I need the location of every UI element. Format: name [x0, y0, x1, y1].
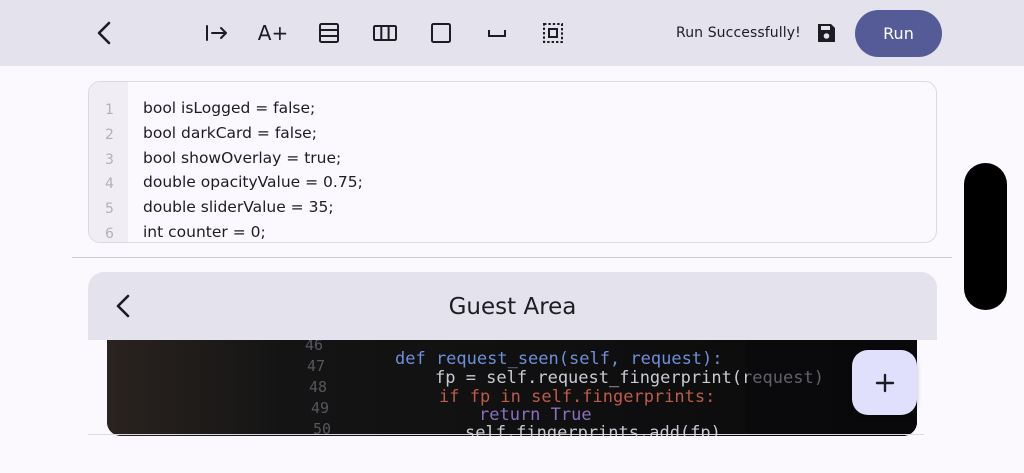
run-button[interactable]: Run [855, 10, 942, 57]
run-status-text: Run Successfully! [676, 25, 801, 41]
photo-code-line: def request_seen(self, request): [395, 349, 723, 369]
chevron-left-icon [97, 21, 111, 45]
line-number: 4 [105, 176, 114, 193]
columns-layout-icon [373, 25, 397, 41]
line-number: 6 [105, 225, 114, 242]
code-line[interactable]: double opacityValue = 0.75; [143, 170, 363, 195]
indent-arrow-icon [206, 25, 227, 41]
code-line[interactable]: bool showOverlay = true; [143, 146, 363, 171]
padding-button[interactable] [536, 16, 570, 50]
plus-icon [875, 373, 894, 392]
photo-line-number: 46 [305, 340, 323, 354]
line-number: 5 [105, 201, 114, 218]
preview-app-bar: Guest Area [88, 272, 937, 340]
code-photo-image: 46 47 48 49 50 def request_seen(self, re… [107, 340, 917, 436]
floppy-disk-icon [818, 24, 835, 42]
preview-page-title: Guest Area [448, 294, 577, 320]
rows-layout-button[interactable] [312, 16, 346, 50]
scroll-handle[interactable] [964, 163, 1007, 310]
photo-code-line: return True [479, 405, 592, 425]
line-numbers: 1 2 3 4 5 6 [89, 98, 128, 242]
code-line[interactable]: bool isLogged = false; [143, 96, 363, 121]
photo-code-line: if fp in self.fingerprints: [439, 387, 715, 407]
top-toolbar: A+ Run Successfully! Run [0, 0, 1024, 66]
columns-layout-button[interactable] [368, 16, 402, 50]
photo-line-number: 47 [307, 357, 325, 375]
container-button[interactable] [424, 16, 458, 50]
save-button[interactable] [809, 16, 843, 50]
font-size-increase-button[interactable]: A+ [256, 16, 290, 50]
code-line[interactable]: double sliderValue = 35; [143, 195, 363, 220]
back-button[interactable] [88, 16, 122, 50]
line-number: 2 [105, 126, 114, 143]
app-preview: Guest Area 46 47 48 49 50 def request_se… [88, 272, 937, 436]
spacer-icon [488, 30, 506, 37]
font-size-increase-icon: A+ [257, 21, 289, 45]
code-text[interactable]: bool isLogged = false; bool darkCard = f… [143, 96, 363, 242]
code-line[interactable]: int counter = 0; [143, 220, 363, 242]
section-divider [72, 257, 952, 258]
preview-bottom-edge [88, 434, 924, 435]
container-icon [431, 23, 451, 43]
rows-layout-icon [319, 23, 339, 43]
indent-button[interactable] [200, 16, 234, 50]
code-photo: 46 47 48 49 50 def request_seen(self, re… [107, 340, 917, 436]
code-line[interactable]: bool darkCard = false; [143, 121, 363, 146]
line-number: 3 [105, 151, 114, 168]
line-number: 1 [105, 102, 114, 118]
photo-line-number: 48 [309, 378, 327, 396]
code-editor[interactable]: 1 2 3 4 5 6 bool isLogged = false; bool … [88, 81, 937, 243]
padding-icon [543, 23, 563, 43]
photo-line-number: 49 [311, 399, 329, 417]
add-fab-button[interactable] [852, 350, 917, 415]
run-button-label: Run [883, 24, 914, 43]
spacer-button[interactable] [480, 16, 514, 50]
